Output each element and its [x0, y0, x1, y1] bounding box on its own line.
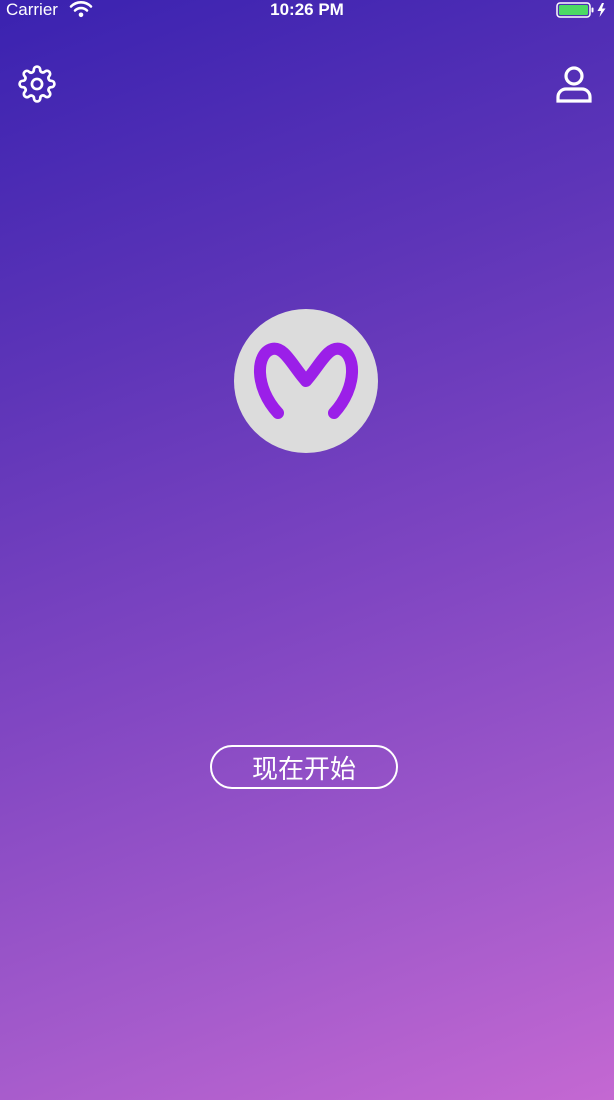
profile-button[interactable] — [554, 64, 594, 104]
status-bar: Carrier 10:26 PM — [0, 0, 614, 22]
user-icon — [556, 66, 592, 103]
status-time: 10:26 PM — [270, 0, 344, 19]
battery-icon — [556, 2, 606, 18]
settings-button[interactable] — [17, 64, 57, 104]
m-logo-icon — [254, 342, 358, 419]
gear-icon — [18, 65, 56, 103]
charging-bolt-icon — [597, 3, 606, 17]
start-now-button[interactable]: 现在开始 — [210, 745, 398, 789]
app-logo — [234, 309, 378, 453]
